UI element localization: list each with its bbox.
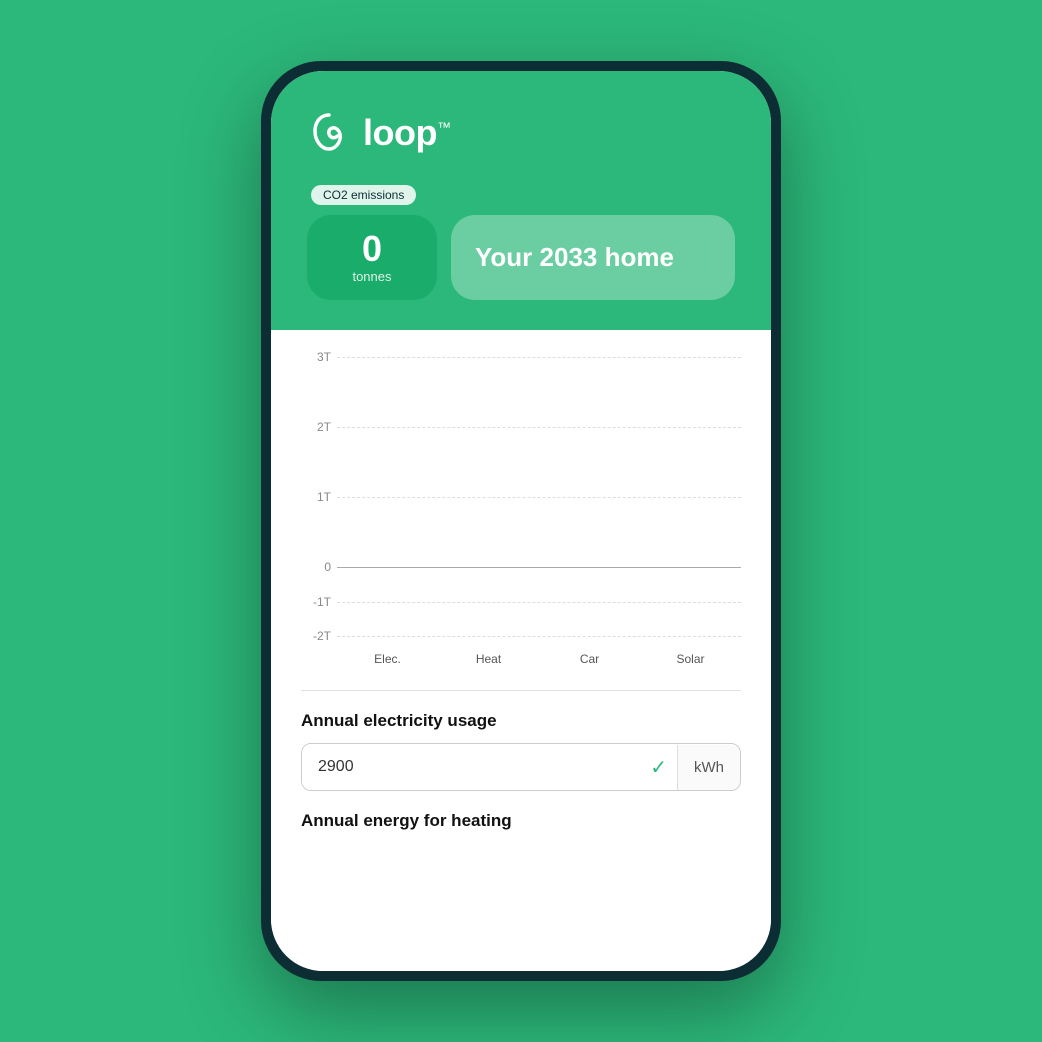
y-label-neg2t: -2T [301,629,337,643]
co2-unit: tonnes [352,269,391,284]
section-divider [301,690,741,691]
form-section: Annual electricity usage ✓ kWh Annual en… [271,701,771,863]
phone-screen: loop™ CO2 emissions 0 tonnes Your 2033 h… [271,71,771,971]
co2-label: CO2 emissions [307,185,735,215]
electricity-input-row[interactable]: ✓ kWh [301,743,741,791]
chart-section: 3T 2T 1T [271,330,771,680]
app-header: loop™ CO2 emissions 0 tonnes Your 2033 h… [271,71,771,330]
x-label-heat: Heat [458,652,519,666]
x-label-solar: Solar [660,652,721,666]
heating-label: Annual energy for heating [301,811,741,831]
x-label-car: Car [559,652,620,666]
home-card[interactable]: Your 2033 home [451,215,735,300]
y-label-0: 0 [301,560,337,574]
co2-value: 0 [362,231,382,267]
logo-text: loop™ [363,112,450,154]
bars-container [337,350,741,630]
logo-area: loop™ [307,111,735,155]
loop-icon [307,111,351,155]
co2-zero-card: 0 tonnes [307,215,437,300]
check-icon: ✓ [640,755,677,780]
phone-device: loop™ CO2 emissions 0 tonnes Your 2033 h… [261,61,781,981]
phone-content: 3T 2T 1T [271,330,771,971]
electricity-label: Annual electricity usage [301,711,741,731]
y-label-3t: 3T [301,350,337,364]
x-axis-labels: Elec. Heat Car Solar [337,652,741,666]
y-label-2t: 2T [301,420,337,434]
electricity-unit: kWh [677,745,740,790]
x-label-elec: Elec. [357,652,418,666]
metric-row: 0 tonnes Your 2033 home [307,215,735,330]
y-label-neg1t: -1T [301,595,337,609]
electricity-input[interactable] [302,744,640,790]
bar-chart: 3T 2T 1T [301,350,741,670]
home-label: Your 2033 home [475,242,674,273]
y-label-1t: 1T [301,490,337,504]
